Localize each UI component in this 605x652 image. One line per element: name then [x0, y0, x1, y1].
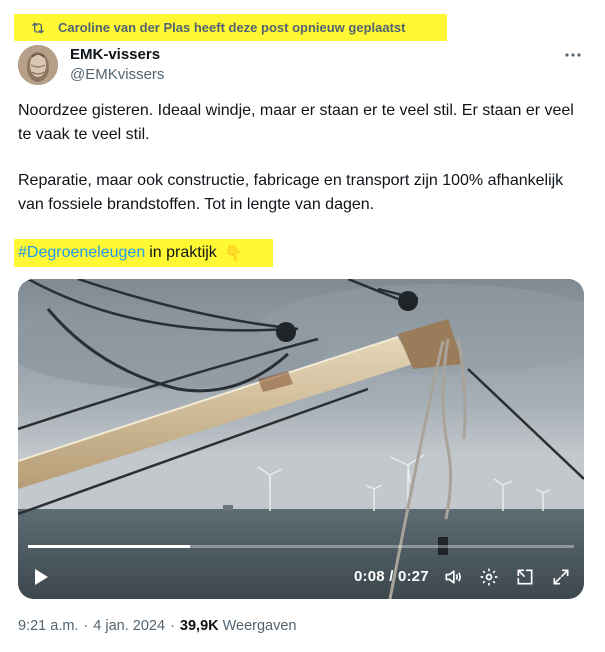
meta-dot: · — [83, 618, 89, 634]
video-time-separator: / — [384, 568, 398, 585]
hashtag-link[interactable]: #Degroeneleugen — [18, 244, 145, 262]
video-player[interactable]: 0:08 / 0:27 — [18, 279, 584, 599]
tweet-time[interactable]: 9:21 a.m. — [18, 618, 78, 634]
more-icon[interactable] — [562, 46, 584, 64]
tweet-meta: 9:21 a.m. · 4 jan. 2024 · 39,9K Weergave… — [18, 618, 297, 634]
tweet-paragraph: Noordzee gisteren. Ideaal windje, maar e… — [18, 102, 574, 143]
author-display-name[interactable]: EMK-vissers — [70, 46, 160, 63]
author-handle[interactable]: @EMKvissers — [70, 66, 164, 83]
hashtag-text: in praktijk — [149, 244, 217, 261]
avatar-image — [18, 45, 58, 85]
tweet-paragraph: Reparatie, maar ook constructie, fabrica… — [18, 172, 564, 213]
volume-icon[interactable] — [442, 565, 464, 589]
video-progress-fill — [28, 545, 190, 548]
meta-dot: · — [170, 618, 175, 634]
video-progress-track[interactable] — [28, 545, 574, 548]
video-controls: 0:08 / 0:27 — [18, 559, 584, 595]
video-current-time: 0:08 — [354, 568, 385, 585]
video-duration: 0:27 — [397, 568, 429, 585]
retweet-icon — [30, 20, 46, 36]
avatar[interactable] — [18, 45, 58, 85]
tweet-date[interactable]: 4 jan. 2024 — [93, 618, 165, 634]
fullscreen-icon[interactable] — [550, 565, 572, 589]
pointing-down-emoji: 👇 — [224, 245, 244, 262]
retweet-banner[interactable]: Caroline van der Plas heeft deze post op… — [14, 14, 447, 41]
views-count: 39,9K — [179, 618, 219, 634]
hashtag-line: #Degroeneleugen in praktijk 👇 — [14, 239, 273, 267]
video-frame — [18, 279, 584, 599]
settings-icon[interactable] — [478, 565, 500, 589]
tweet-body: Noordzee gisteren. Ideaal windje, maar e… — [18, 99, 588, 239]
play-icon[interactable] — [30, 565, 52, 589]
retweet-text: Caroline van der Plas heeft deze post op… — [58, 20, 406, 35]
views-label: Weergaven — [222, 618, 297, 634]
video-time: 0:08 / 0:27 — [354, 568, 429, 585]
popout-icon[interactable] — [514, 565, 536, 589]
